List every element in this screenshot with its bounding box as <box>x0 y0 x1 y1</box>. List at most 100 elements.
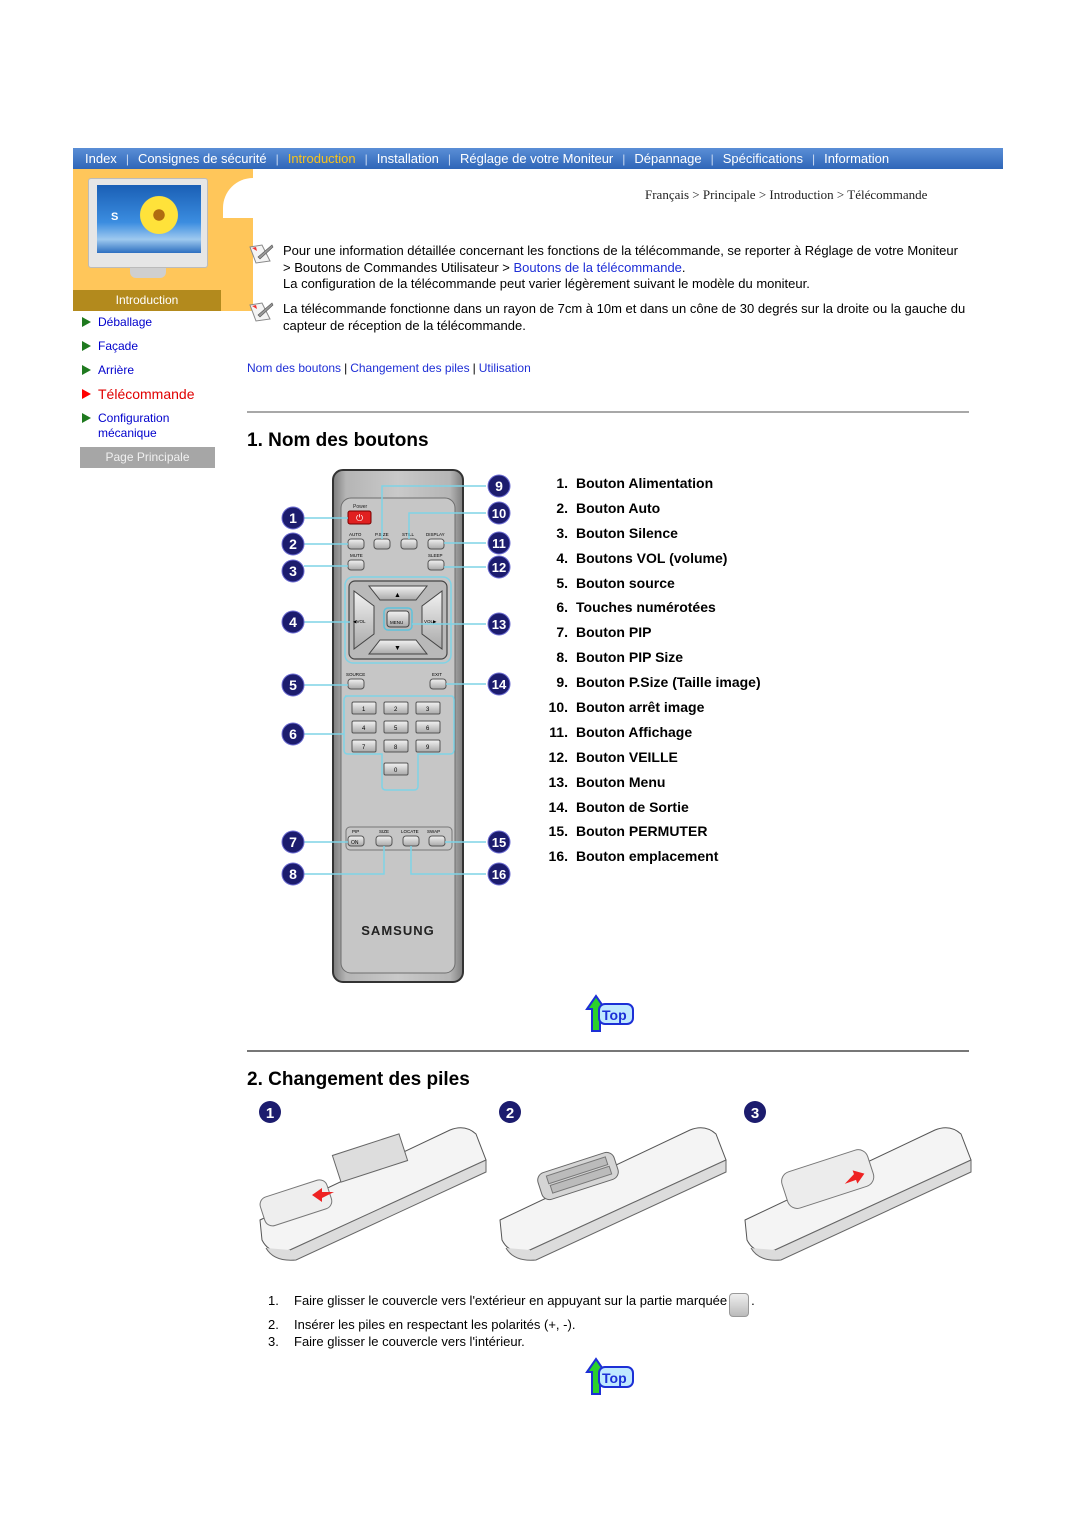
separator: | <box>344 361 348 375</box>
sidebar-item-unpacking[interactable]: Déballage <box>82 315 222 330</box>
item-label: Bouton emplacement <box>576 848 719 865</box>
step-number: 2. <box>268 1317 279 1332</box>
callout-number: 10 <box>492 506 506 521</box>
nav-separator: | <box>811 151 816 166</box>
pip-label: PIP <box>352 829 359 834</box>
note-pencil-icon <box>249 244 274 264</box>
battery-step-2-image: 2 <box>490 1100 730 1270</box>
button-name-item: 15. Bouton PERMUTER <box>540 823 761 848</box>
top-navigation: Index | Consignes de sécurité | Introduc… <box>73 148 1003 169</box>
remote-buttons-link[interactable]: Boutons de la télécommande <box>514 260 682 275</box>
item-label: Bouton arrêt image <box>576 699 705 716</box>
note-text-end: . <box>681 259 686 275</box>
samsung-logo: SAMSUNG <box>361 923 434 938</box>
back-to-top-button[interactable]: Top <box>583 1356 635 1398</box>
link-battery-change[interactable]: Changement des piles <box>350 361 469 375</box>
section-title-button-names: 1. Nom des boutons <box>247 430 429 451</box>
arrow-right-icon <box>82 341 91 351</box>
link-button-names[interactable]: Nom des boutons <box>247 361 341 375</box>
mute-label: MUTE <box>350 553 363 558</box>
button-name-item: 5. Bouton source <box>540 575 761 600</box>
nav-separator: | <box>710 151 714 166</box>
item-label: Bouton PIP <box>576 624 652 641</box>
item-label: Boutons VOL (volume) <box>576 549 728 566</box>
item-number: 4. <box>556 549 568 566</box>
nav-troubleshooting[interactable]: Dépannage <box>629 151 706 166</box>
note-pencil-icon <box>249 302 274 322</box>
sidebar-item-rear[interactable]: Arrière <box>82 363 222 378</box>
vol-left-label: ◀VOL <box>353 619 366 624</box>
nav-separator: | <box>622 151 626 166</box>
nav-specifications[interactable]: Spécifications <box>718 151 808 166</box>
auto-label: AUTO <box>349 532 362 537</box>
item-label: Bouton PIP Size <box>576 649 684 666</box>
nav-installation[interactable]: Installation <box>372 151 444 166</box>
source-label: SOURCE <box>346 672 365 677</box>
item-number: 3. <box>556 524 568 541</box>
callout-number: 12 <box>492 560 506 575</box>
nav-introduction[interactable]: Introduction <box>283 151 361 166</box>
button-name-item: 12. Bouton VEILLE <box>540 749 761 774</box>
button-name-item: 6. Touches numérotées <box>540 599 761 624</box>
sidebar-item-mechanical[interactable]: Configuration mécanique <box>82 411 222 441</box>
item-number: 10. <box>548 699 568 716</box>
button-name-item: 13. Bouton Menu <box>540 774 761 799</box>
breadcrumb: Français > Principale > Introduction > T… <box>645 187 928 202</box>
callout-number: 1 <box>289 510 297 526</box>
step-badge-number: 1 <box>266 1105 274 1122</box>
nav-index[interactable]: Index <box>73 151 122 166</box>
battery-step-1-image: 1 <box>250 1100 490 1270</box>
top-label: Top <box>602 1370 627 1386</box>
callout-number: 2 <box>289 536 297 552</box>
nav-safety[interactable]: Consignes de sécurité <box>133 151 272 166</box>
down-arrow-icon: ▼ <box>394 645 401 652</box>
link-usage[interactable]: Utilisation <box>479 361 531 375</box>
step-item: 2. Insérer les piles en respectant les p… <box>268 1317 755 1334</box>
sidebar-item-label: Façade <box>98 339 139 353</box>
nav-separator: | <box>364 151 368 166</box>
step-number: 1. <box>268 1293 279 1308</box>
battery-illustration: 2 <box>499 1101 727 1261</box>
battery-illustration: 3 <box>744 1101 972 1261</box>
back-to-top-button[interactable]: Top <box>583 993 635 1035</box>
item-label: Touches numérotées <box>576 599 716 616</box>
home-page-button[interactable]: Page Principale <box>80 447 215 468</box>
section-links: Nom des boutons | Changement des piles | Uti… <box>247 361 531 375</box>
item-label: Bouton source <box>576 574 675 591</box>
remote-illustration: Power ⏻ AUTO P.SIZE STILL DISPLAY MUTE S… <box>281 469 511 983</box>
item-label: Bouton PERMUTER <box>576 823 708 840</box>
monitor-bezel: S <box>88 178 208 268</box>
item-label: Bouton Menu <box>576 773 666 790</box>
locate-button <box>402 835 420 847</box>
item-number: 16. <box>548 848 568 865</box>
nav-adjusting[interactable]: Réglage de votre Moniteur <box>455 151 618 166</box>
exit-label: EXIT <box>432 672 442 677</box>
top-arrow-icon: Top <box>585 1357 634 1395</box>
item-label: Bouton Affichage <box>576 723 693 740</box>
item-label: Bouton Auto <box>576 499 661 516</box>
callout-number: 9 <box>495 478 503 494</box>
sidebar-item-label: Télécommande <box>98 386 195 402</box>
button-name-item: 16. Bouton emplacement <box>540 848 761 873</box>
locate-label: LOCATE <box>401 829 419 834</box>
button-name-item: 7. Bouton PIP <box>540 624 761 649</box>
source-button <box>347 678 365 690</box>
note-2: La télécommande fonctionne dans un rayon… <box>248 301 968 334</box>
button-name-item: 14. Bouton de Sortie <box>540 799 761 824</box>
top-label: Top <box>602 1007 627 1023</box>
psize-button <box>373 538 391 550</box>
nav-separator: | <box>275 151 279 166</box>
sidebar-item-front[interactable]: Façade <box>82 339 222 354</box>
nav-information[interactable]: Information <box>819 151 894 166</box>
sidebar-item-remote[interactable]: Télécommande <box>82 387 222 402</box>
divider <box>247 1050 969 1052</box>
display-label: DISPLAY <box>426 532 445 537</box>
item-label: Bouton de Sortie <box>576 798 689 815</box>
button-names-list: 1. Bouton Alimentation 2. Bouton Auto 3. Bout… <box>540 475 761 873</box>
button-name-item: 10. Bouton arrêt image <box>540 699 761 724</box>
power-label: Power <box>353 504 368 510</box>
callout-number: 16 <box>492 867 506 882</box>
button-name-item: 1. Bouton Alimentation <box>540 475 761 500</box>
note-1: Pour une information détaillée concernan… <box>248 243 968 293</box>
callout-number: 7 <box>289 834 297 850</box>
